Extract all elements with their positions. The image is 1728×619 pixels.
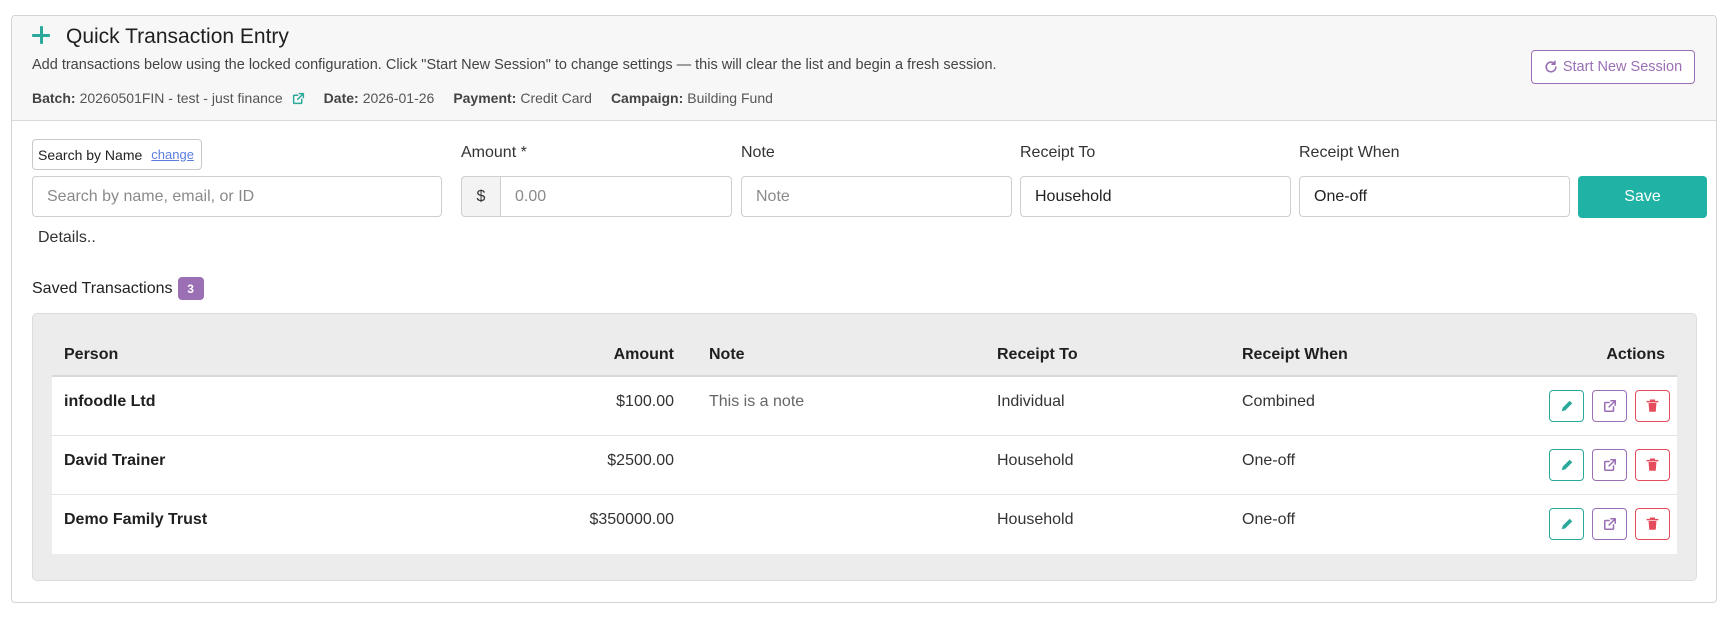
start-new-session-button[interactable]: Start New Session xyxy=(1531,50,1695,84)
trash-icon xyxy=(1646,399,1659,412)
amount-label: Amount * xyxy=(461,144,527,161)
trash-icon xyxy=(1646,517,1659,530)
date-label: Date: xyxy=(323,90,359,106)
search-input[interactable]: Search by name, email, or ID xyxy=(32,176,442,217)
row-note: This is a note xyxy=(709,393,805,410)
campaign-label: Campaign: xyxy=(610,90,684,106)
card-header: Quick Transaction Entry Add transactions… xyxy=(12,16,1716,121)
campaign-info: Campaign: Building Fund xyxy=(611,90,773,106)
currency-addon: $ xyxy=(461,176,501,217)
pencil-icon xyxy=(1561,400,1572,412)
row-person: David Trainer xyxy=(64,452,166,469)
receipt-when-label: Receipt When xyxy=(1299,144,1400,161)
batch-label: Batch: xyxy=(32,90,76,106)
date-info: Date: 2026-01-26 xyxy=(324,90,435,106)
edit-row-button[interactable] xyxy=(1549,449,1584,481)
edit-row-button[interactable] xyxy=(1549,508,1584,540)
note-input[interactable]: Note xyxy=(741,176,1012,217)
external-link-icon xyxy=(1603,399,1616,413)
trash-icon xyxy=(1646,458,1659,471)
edit-row-button[interactable] xyxy=(1549,390,1584,422)
row-receipt-when: One-off xyxy=(1242,452,1296,469)
quick-transaction-card: Quick Transaction Entry Add transactions… xyxy=(11,15,1717,603)
date-value: 2026-01-26 xyxy=(362,90,435,106)
receipt-to-label: Receipt To xyxy=(1020,144,1096,161)
receipt-when-select[interactable]: One-off xyxy=(1299,176,1570,217)
open-row-button[interactable] xyxy=(1592,508,1627,540)
row-receipt-to: Individual xyxy=(997,393,1065,410)
row-person: infoodle Ltd xyxy=(64,393,156,410)
pencil-icon xyxy=(1561,459,1572,471)
table-header: Person Amount Note Receipt To Receipt Wh… xyxy=(52,332,1677,377)
start-new-session-label: Start New Session xyxy=(1562,59,1683,75)
column-actions: Actions xyxy=(1606,346,1665,363)
note-label: Note xyxy=(741,144,775,161)
column-person: Person xyxy=(64,346,119,363)
saved-count-badge: 3 xyxy=(177,277,204,300)
payment-value: Credit Card xyxy=(520,90,592,106)
change-search-mode-link[interactable]: change xyxy=(151,147,194,162)
receipt-to-select[interactable]: Household xyxy=(1020,176,1291,217)
row-receipt-when: Combined xyxy=(1242,393,1315,410)
external-link-icon xyxy=(1603,458,1616,472)
row-receipt-when: One-off xyxy=(1242,511,1296,528)
row-amount: $100.00 xyxy=(616,393,674,410)
session-meta: Batch: 20260501FIN - test - just finance… xyxy=(32,90,792,106)
page-subtitle: Add transactions below using the locked … xyxy=(32,57,997,73)
details-toggle[interactable]: Details.. xyxy=(38,229,96,247)
refresh-icon xyxy=(1545,60,1557,73)
payment-info: Payment: Credit Card xyxy=(453,90,592,106)
row-person: Demo Family Trust xyxy=(64,511,208,528)
plus-icon xyxy=(30,24,52,46)
delete-row-button[interactable] xyxy=(1635,508,1670,540)
payment-label: Payment: xyxy=(453,90,517,106)
table-row: infoodle Ltd $100.00 This is a note Indi… xyxy=(52,377,1677,436)
external-link-icon[interactable] xyxy=(292,92,305,105)
column-note: Note xyxy=(709,346,745,363)
external-link-icon xyxy=(1603,517,1616,531)
batch-value: 20260501FIN - test - just finance xyxy=(79,90,283,106)
amount-input[interactable]: 0.00 xyxy=(500,176,732,217)
batch-info: Batch: 20260501FIN - test - just finance xyxy=(32,90,305,106)
campaign-value: Building Fund xyxy=(687,90,773,106)
saved-transactions-table: Person Amount Note Receipt To Receipt Wh… xyxy=(52,332,1677,554)
row-amount: $2500.00 xyxy=(607,452,674,469)
saved-transactions-title: Saved Transactions xyxy=(32,279,173,297)
pencil-icon xyxy=(1561,518,1572,530)
save-button[interactable]: Save xyxy=(1578,176,1707,218)
page-title: Quick Transaction Entry xyxy=(66,25,289,48)
column-amount: Amount xyxy=(613,346,674,363)
saved-transactions-heading: Saved Transactions 3 xyxy=(32,277,204,300)
saved-transactions-panel: Person Amount Note Receipt To Receipt Wh… xyxy=(32,313,1697,581)
delete-row-button[interactable] xyxy=(1635,449,1670,481)
table-row: David Trainer $2500.00 Household One-off xyxy=(52,436,1677,495)
column-receipt-to: Receipt To xyxy=(997,346,1078,363)
delete-row-button[interactable] xyxy=(1635,390,1670,422)
column-receipt-when: Receipt When xyxy=(1242,346,1348,363)
row-receipt-to: Household xyxy=(997,452,1074,469)
search-mode-toggle: Search by Name change xyxy=(32,139,202,170)
search-mode-label: Search by Name xyxy=(38,146,143,163)
table-row: Demo Family Trust $350000.00 Household O… xyxy=(52,495,1677,554)
row-receipt-to: Household xyxy=(997,511,1074,528)
row-amount: $350000.00 xyxy=(589,511,674,528)
open-row-button[interactable] xyxy=(1592,390,1627,422)
open-row-button[interactable] xyxy=(1592,449,1627,481)
